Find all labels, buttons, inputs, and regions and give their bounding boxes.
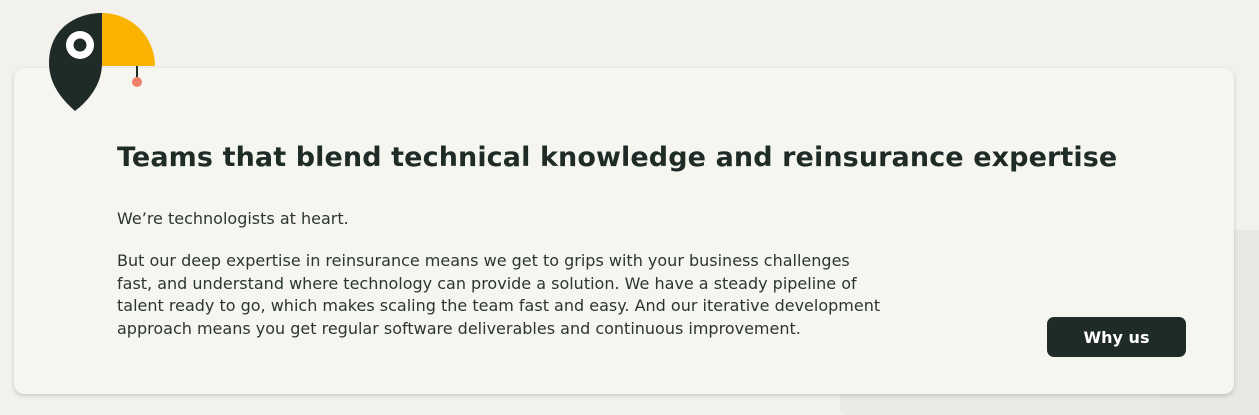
body-line: But our deep expertise in reinsurance me…	[117, 251, 850, 270]
card-body: But our deep expertise in reinsurance me…	[117, 250, 947, 340]
body-line: approach means you get regular software …	[117, 318, 801, 338]
body-line: fast, and understand where technology ca…	[117, 273, 857, 293]
why-us-button[interactable]: Why us	[1047, 317, 1186, 357]
page: Teams that blend technical knowledge and…	[0, 0, 1259, 415]
card-heading: Teams that blend technical knowledge and…	[117, 142, 1118, 173]
toucan-head	[49, 13, 102, 111]
card-intro: We’re technologists at heart.	[117, 209, 349, 228]
toucan-eye-pupil	[73, 38, 87, 52]
toucan-logo-icon	[49, 13, 155, 111]
toucan-beak	[102, 13, 155, 66]
body-line: talent ready to go, which makes scaling …	[117, 296, 881, 315]
toucan-dot	[132, 77, 142, 87]
